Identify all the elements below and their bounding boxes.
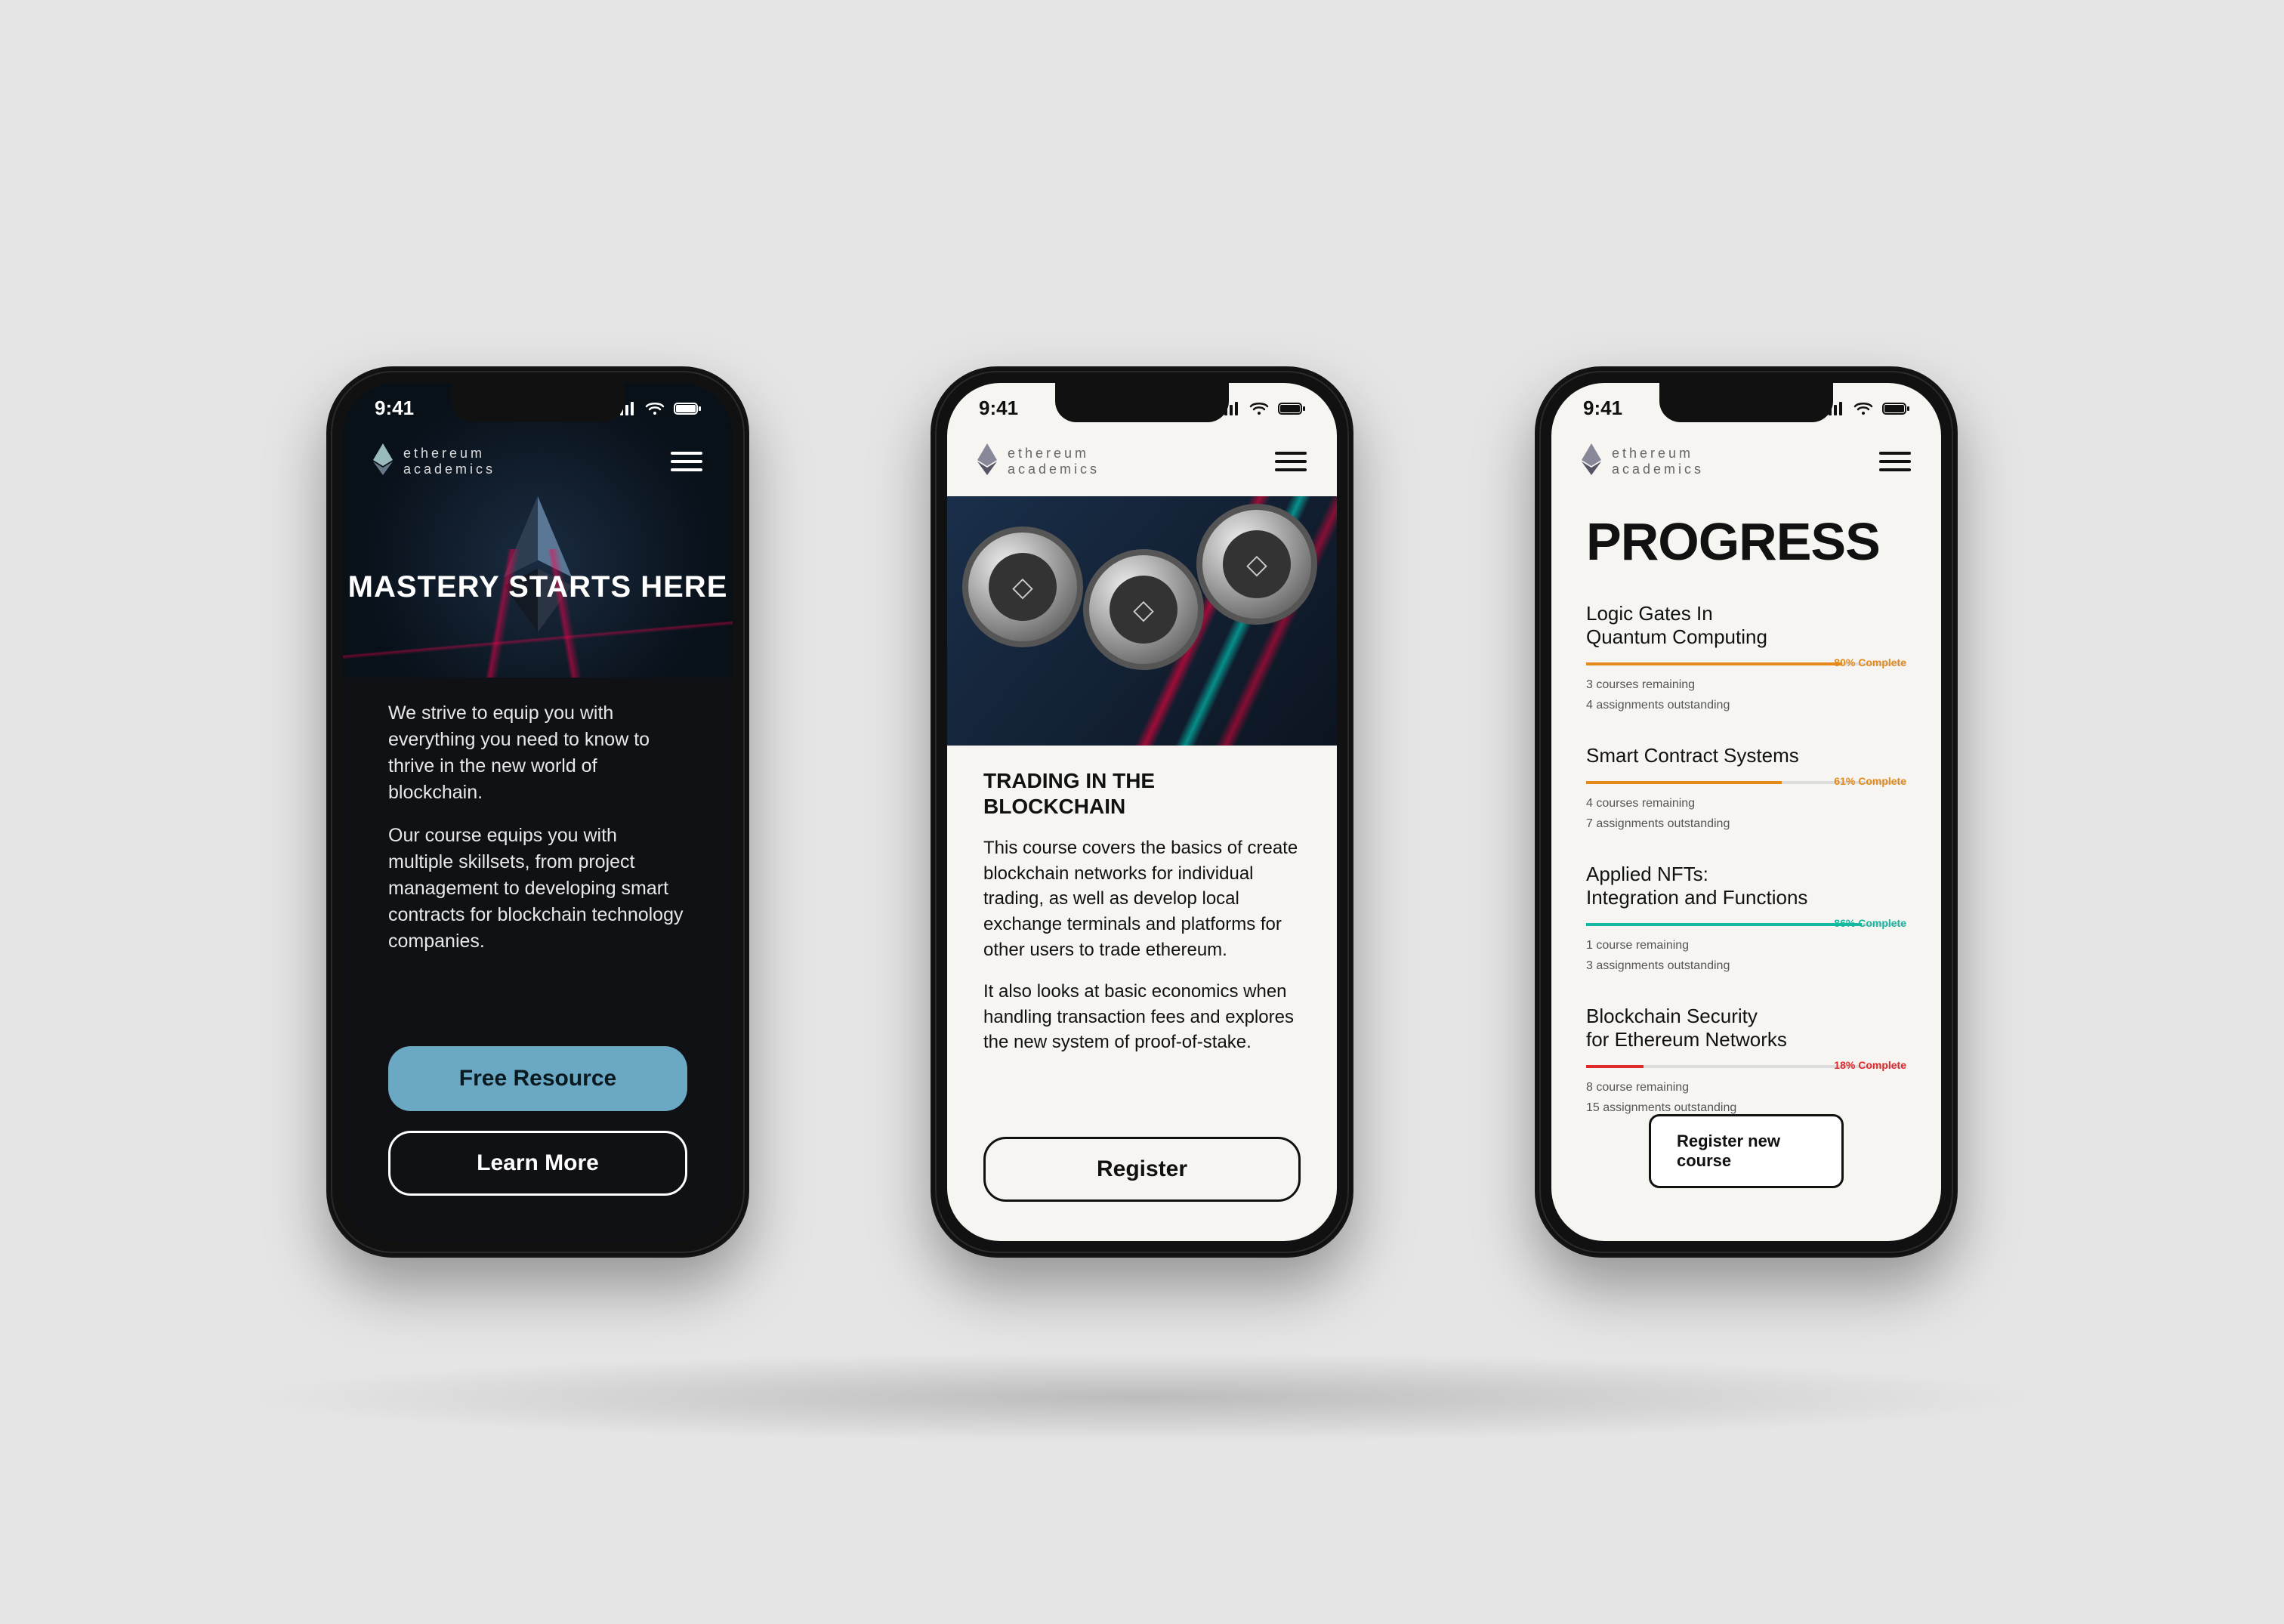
assignments-outstanding-label: 3 assignments outstanding	[1586, 959, 1906, 974]
notch	[1659, 383, 1833, 422]
progress-bar: 61% Complete	[1586, 775, 1906, 792]
courses-remaining-label: 1 course remaining	[1586, 938, 1906, 954]
course-content: TRADING IN THE BLOCKCHAIN This course co…	[983, 768, 1301, 1072]
register-button[interactable]: Register	[983, 1137, 1301, 1202]
wifi-icon	[1853, 402, 1873, 415]
brand-logo[interactable]: ethereum academics	[1582, 443, 1704, 479]
ethereum-logo-icon	[977, 443, 997, 479]
coin-icon: ◇	[962, 526, 1083, 647]
brand-text: ethereum academics	[1008, 446, 1100, 477]
coin-icon: ◇	[1083, 549, 1204, 670]
progress-percent-label: 86% Complete	[1834, 917, 1906, 929]
hero-title: MASTERY STARTS HERE	[343, 570, 733, 604]
course-name: Logic Gates InQuantum Computing	[1586, 602, 1906, 649]
notch	[451, 383, 625, 422]
wifi-icon	[645, 402, 665, 415]
courses-remaining-label: 4 courses remaining	[1586, 796, 1906, 812]
intro-para-2: Our course equips you with multiple skil…	[388, 823, 687, 955]
ethereum-diamond-icon	[492, 496, 583, 632]
progress-content: PROGRESS Logic Gates InQuantum Computing…	[1586, 511, 1906, 1147]
battery-icon	[1278, 402, 1305, 415]
phone-frame-1: 9:41	[326, 366, 749, 1258]
menu-button[interactable]	[1275, 452, 1307, 471]
course-name: Applied NFTs:Integration and Functions	[1586, 863, 1906, 909]
courses-remaining-label: 8 course remaining	[1586, 1080, 1906, 1096]
status-time: 9:41	[375, 397, 414, 420]
battery-icon	[674, 402, 701, 415]
app-header: ethereum academics	[1551, 443, 1941, 479]
course-title: TRADING IN THE BLOCKCHAIN	[983, 768, 1301, 819]
notch	[1055, 383, 1229, 422]
progress-bar: 80% Complete	[1586, 656, 1906, 673]
cta-group: Free Resource Learn More	[388, 1046, 687, 1196]
register-new-course-button[interactable]: Register new course	[1649, 1114, 1844, 1188]
ethereum-logo-icon	[1582, 443, 1601, 479]
status-time: 9:41	[1583, 397, 1622, 420]
brand-text: ethereum academics	[403, 446, 495, 477]
hero-banner: MASTERY STARTS HERE	[343, 383, 733, 678]
course-progress-item[interactable]: Blockchain Securityfor Ethereum Networks…	[1586, 1005, 1906, 1116]
course-progress-item[interactable]: Applied NFTs:Integration and Functions 86…	[1586, 863, 1906, 974]
coin-icon: ◇	[1196, 504, 1317, 625]
courses-remaining-label: 3 courses remaining	[1586, 678, 1906, 693]
mockup-stage: 9:41	[0, 0, 2284, 1624]
progress-bar: 18% Complete	[1586, 1059, 1906, 1076]
assignments-outstanding-label: 7 assignments outstanding	[1586, 817, 1906, 832]
intro-para-1: We strive to equip you with everything y…	[388, 700, 687, 806]
battery-icon	[1882, 402, 1909, 415]
phone-frame-2: 9:41 ethereum academics	[931, 366, 1353, 1258]
progress-percent-label: 80% Complete	[1834, 656, 1906, 668]
progress-bar: 86% Complete	[1586, 917, 1906, 934]
screen-home: 9:41	[343, 383, 733, 1241]
status-time: 9:41	[979, 397, 1018, 420]
page-title: PROGRESS	[1586, 511, 1906, 572]
menu-button[interactable]	[671, 452, 702, 471]
progress-percent-label: 61% Complete	[1834, 775, 1906, 787]
ethereum-logo-icon	[373, 443, 393, 479]
course-para-1: This course covers the basics of create …	[983, 835, 1301, 962]
progress-percent-label: 18% Complete	[1834, 1059, 1906, 1071]
assignments-outstanding-label: 4 assignments outstanding	[1586, 698, 1906, 714]
learn-more-button[interactable]: Learn More	[388, 1131, 687, 1196]
screen-course: 9:41 ethereum academics	[947, 383, 1337, 1241]
intro-copy: We strive to equip you with everything y…	[388, 700, 687, 971]
brand-logo[interactable]: ethereum academics	[373, 443, 495, 479]
course-name: Blockchain Securityfor Ethereum Networks	[1586, 1005, 1906, 1051]
free-resource-button[interactable]: Free Resource	[388, 1046, 687, 1111]
phone-frame-3: 9:41 ethereum academics	[1535, 366, 1958, 1258]
brand-logo[interactable]: ethereum academics	[977, 443, 1100, 479]
screen-progress: 9:41 ethereum academics	[1551, 383, 1941, 1241]
course-progress-item[interactable]: Logic Gates InQuantum Computing 80% Compl…	[1586, 602, 1906, 714]
brand-text: ethereum academics	[1612, 446, 1704, 477]
course-name: Smart Contract Systems	[1586, 744, 1906, 767]
course-hero-image: ◇ ◇ ◇	[947, 496, 1337, 746]
menu-button[interactable]	[1879, 452, 1911, 471]
app-header: ethereum academics	[947, 443, 1337, 479]
wifi-icon	[1249, 402, 1269, 415]
course-para-2: It also looks at basic economics when ha…	[983, 979, 1301, 1055]
course-progress-item[interactable]: Smart Contract Systems 61% Complete 4 cour…	[1586, 744, 1906, 832]
app-header: ethereum academics	[343, 443, 733, 479]
